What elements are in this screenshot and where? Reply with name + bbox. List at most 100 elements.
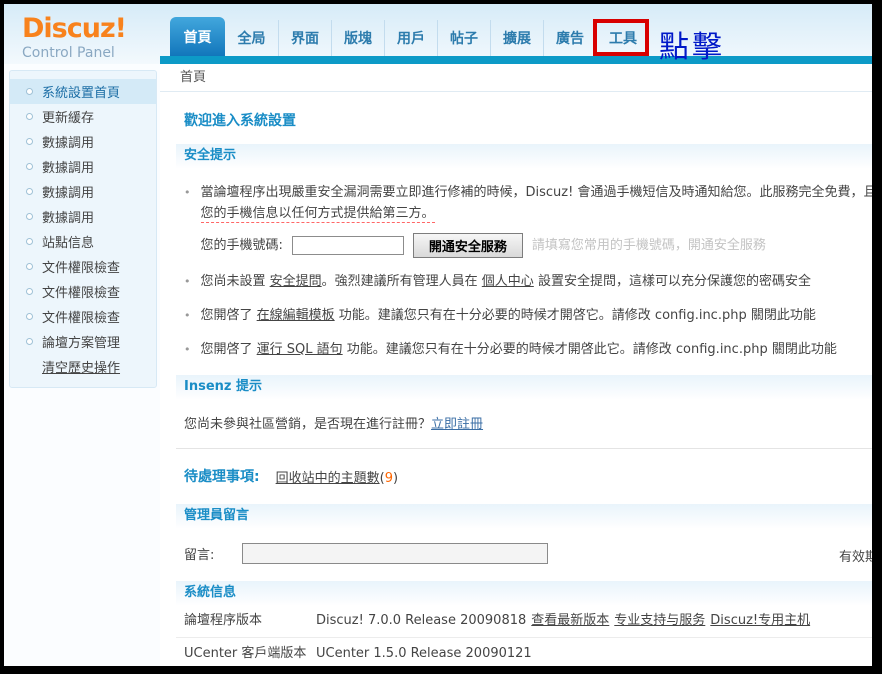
sidebar-item-file-perm-2[interactable]: 文件權限檢查 [10,279,156,304]
header: Discuz! Control Panel 首頁 全局 界面 版塊 用戶 帖子 … [4,4,872,64]
radio-dot-icon [26,113,33,120]
sidebar-item-clear-history[interactable]: 清空歷史操作 [10,354,156,379]
sidebar-item-data-call-3[interactable]: 數據調用 [10,179,156,204]
text-segment: 。強烈建議所有管理人員在 [322,274,482,289]
recycle-count-value: 9 [385,471,393,486]
text-segment: 您開啓了 [201,342,257,357]
tab-bar: 首頁 全局 界面 版塊 用戶 帖子 擴展 廣告 工具 點擊 [160,4,872,64]
pending-items-row: 待處理事項: 回收站中的主題數(9) [184,466,872,486]
security-bullet-sql: • 您開啓了 運行 SQL 語句 功能。建議您只有在十分必要的時候才開啓此它。請… [184,339,872,360]
phone-input[interactable] [292,236,404,255]
text-segment: 功能。建議您只有在十分必要的時候才開啓它。請修改 config.inc.php … [335,308,816,323]
section-security-header: 安全提示 [176,144,872,168]
tab-interface[interactable]: 界面 [278,20,331,56]
sms-notice-line2: 您的手機信息以任何方式提供給第三方。 [201,203,873,224]
sidebar-panel: 系統設置首頁 更新緩存 數據調用 數據調用 數據調用 數據調用 站點信息 文件權… [9,70,157,388]
sidebar-item-data-call-2[interactable]: 數據調用 [10,154,156,179]
register-now-link[interactable]: 立即註冊 [431,417,483,432]
sidebar-item-update-cache[interactable]: 更新緩存 [10,104,156,129]
bullet-icon: • [184,339,191,360]
text-segment: 功能。建議您只有在十分必要的時候才開啓此它。請修改 config.inc.php… [343,342,837,357]
tab-home[interactable]: 首頁 [170,17,225,56]
personal-center-link[interactable]: 個人中心 [482,274,534,289]
online-template-link[interactable]: 在線編輯模板 [257,308,335,323]
text-segment: 設置安全提問，這樣可以充分保護您的密碼安全 [534,274,811,289]
radio-dot-icon [26,138,33,145]
sidebar-item-data-call-1[interactable]: 數據調用 [10,129,156,154]
content-column: 首頁 歡迎進入系統設置 安全提示 • 當論壇程序出現嚴重安全漏洞需要立即進行修補… [160,64,872,666]
section-admin-message-header: 管理員留言 [176,504,872,528]
sidebar-item-system-home[interactable]: 系統設置首頁 [10,79,156,104]
text-segment: 您尚未參與社區營銷，是否現在進行註冊？ [184,417,431,432]
text-segment: 您開啓了 [201,308,257,323]
section-system-info-header: 系統信息 [176,581,872,605]
sidebar-item-label: 更新緩存 [42,107,94,126]
content: 歡迎進入系統設置 安全提示 • 當論壇程序出現嚴重安全漏洞需要立即進行修補的時候… [160,92,872,666]
tabs: 首頁 全局 界面 版塊 用戶 帖子 擴展 廣告 工具 [160,4,872,56]
tab-forums[interactable]: 版塊 [331,20,384,56]
sidebar-item-file-perm-1[interactable]: 文件權限檢查 [10,254,156,279]
sidebar-item-label: 數據調用 [42,182,94,201]
message-input[interactable] [242,543,548,564]
bullet-text: 您開啓了 運行 SQL 語句 功能。建議您只有在十分必要的時候才開啓此它。請修改… [201,339,837,360]
tab-extensions[interactable]: 擴展 [490,20,543,56]
tab-ads[interactable]: 廣告 [543,20,596,56]
security-bullet-template-edit: • 您開啓了 在線編輯模板 功能。建議您只有在十分必要的時候才開啓它。請修改 c… [184,305,872,326]
breadcrumb: 首頁 [160,64,872,92]
row-value: Discuz! 7.0.0 Release 20090818 查看最新版本专业支持… [316,613,810,629]
sidebar-item-label: 系統設置首頁 [42,82,120,101]
bullet-text: 您尚未設置 安全提問。強烈建議所有管理人員在 個人中心 設置安全提問，這樣可以充… [201,271,811,292]
bullet-icon: • [184,271,191,292]
message-label: 留言: [184,544,214,563]
version-text: Discuz! 7.0.0 Release 20090818 [316,613,526,628]
tab-users[interactable]: 用戶 [384,20,437,56]
sidebar-item-label: 文件權限檢查 [42,282,120,301]
table-row: 論壇程序版本 Discuz! 7.0.0 Release 20090818查看最… [176,605,872,637]
sidebar-item-label: 數據調用 [42,207,94,226]
sidebar-item-label: 站點信息 [42,232,94,251]
security-question-link[interactable]: 安全提問 [270,274,322,289]
red-dashed-text: 您的手機信息以任何方式提供給第三方。 [201,206,435,223]
page-title: 歡迎進入系統設置 [184,110,872,130]
validity-label: 有效期 [839,546,872,565]
radio-dot-icon [26,288,33,295]
sidebar-item-file-perm-3[interactable]: 文件權限檢查 [10,304,156,329]
admin-message-row: 留言: 有效期 [184,543,872,564]
radio-dot-icon [26,238,33,245]
main: 系統設置首頁 更新緩存 數據調用 數據調用 數據調用 數據調用 站點信息 文件權… [4,64,872,666]
run-sql-link[interactable]: 運行 SQL 語句 [257,342,343,357]
radio-dot-icon [26,213,33,220]
divider [176,448,872,449]
pro-support-link[interactable]: 专业支持与服务 [614,613,705,628]
logo: Discuz! Control Panel [4,4,160,64]
system-info-table: 論壇程序版本 Discuz! 7.0.0 Release 20090818查看最… [176,605,872,666]
logo-subtitle: Control Panel [22,45,160,61]
sidebar-item-forum-scheme[interactable]: 論壇方案管理 [10,329,156,354]
sidebar-item-data-call-4[interactable]: 數據調用 [10,204,156,229]
logo-title: Discuz! [22,14,160,44]
recycle-bin-topics-link[interactable]: 回收站中的主題數 [276,471,380,486]
sidebar-item-label: 文件權限檢查 [42,257,120,276]
tab-global[interactable]: 全局 [225,20,278,56]
check-latest-version-link[interactable]: 查看最新版本 [531,613,609,628]
discuz-admin-app: Discuz! Control Panel 首頁 全局 界面 版塊 用戶 帖子 … [4,4,872,666]
radio-dot-icon [26,338,33,345]
tab-tools[interactable]: 工具 [596,20,649,56]
bullet-icon: • [184,305,191,326]
sidebar: 系統設置首頁 更新緩存 數據調用 數據調用 數據調用 數據調用 站點信息 文件權… [4,64,160,666]
sidebar-item-label: 數據調用 [42,132,94,151]
security-bullet-sms: • 當論壇程序出現嚴重安全漏洞需要立即進行修補的時候，Discuz! 會通過手機… [184,182,872,258]
row-value: UCenter 1.5.0 Release 20090121 [316,646,532,662]
recycle-count: 回收站中的主題數(9) [276,467,398,486]
sidebar-item-label: 文件權限檢查 [42,307,120,326]
radio-dot-icon [26,88,33,95]
security-bullets: • 當論壇程序出現嚴重安全漏洞需要立即進行修補的時候，Discuz! 會通過手機… [176,168,872,375]
sidebar-item-site-info[interactable]: 站點信息 [10,229,156,254]
tab-posts[interactable]: 帖子 [437,20,490,56]
section-insenz-header: Insenz 提示 [176,375,872,399]
dedicated-host-link[interactable]: Discuz!专用主机 [710,613,810,628]
sidebar-item-label: 論壇方案管理 [42,332,120,351]
row-label: UCenter 客戶端版本 [184,646,316,662]
open-security-service-button[interactable]: 開通安全服務 [413,233,523,258]
radio-dot-icon [26,188,33,195]
